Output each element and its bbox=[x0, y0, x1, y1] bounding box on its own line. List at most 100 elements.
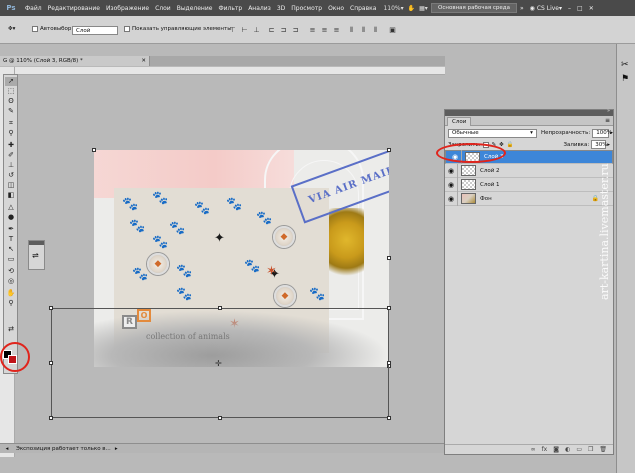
auto-align-icon[interactable]: ▣ bbox=[388, 26, 397, 34]
layer-row-2[interactable]: ◉ Слой 2 bbox=[445, 163, 613, 178]
3d-orbit-icon[interactable]: ◎ bbox=[5, 277, 17, 286]
align-bottom-icon[interactable]: ⊥ bbox=[252, 26, 261, 34]
fill-input[interactable]: 30% bbox=[591, 140, 607, 149]
chevron-right-icon[interactable]: ▸ bbox=[607, 142, 610, 148]
ruler-horizontal[interactable] bbox=[15, 67, 445, 75]
path-select-icon[interactable]: ↖ bbox=[5, 245, 17, 254]
blur-tool-icon[interactable]: △ bbox=[5, 203, 17, 212]
shape-tool-icon[interactable]: ▭ bbox=[5, 255, 17, 264]
transform-center-icon[interactable]: ✛ bbox=[215, 359, 222, 368]
transform-handle-tc[interactable] bbox=[218, 306, 222, 310]
cslive-button[interactable]: ◉ CS Live▾ bbox=[530, 5, 562, 12]
gradient-tool-icon[interactable]: ◧ bbox=[5, 191, 17, 200]
swap-colors-icon[interactable]: ⇄ bbox=[5, 325, 17, 334]
align-vcenter-icon[interactable]: ⊢ bbox=[240, 26, 249, 34]
transform-handle-tr[interactable] bbox=[387, 306, 391, 310]
eyedropper-tool-icon[interactable]: ⚲ bbox=[5, 129, 17, 138]
canvas-handle-tr[interactable] bbox=[387, 148, 391, 152]
eraser-tool-icon[interactable]: ◫ bbox=[5, 181, 17, 190]
distribute-bottom-icon[interactable]: ≡ bbox=[332, 26, 341, 34]
zoom-tool-icon[interactable]: ⚲ bbox=[5, 299, 17, 308]
crop-tool-icon[interactable]: ⌗ bbox=[5, 119, 17, 128]
menu-image[interactable]: Изображение bbox=[103, 5, 152, 12]
history-brush-icon[interactable]: ↺ bbox=[5, 171, 17, 180]
lock-all-icon[interactable]: 🔒 bbox=[507, 142, 514, 148]
layer-name[interactable]: Слой 2 bbox=[480, 168, 500, 174]
autoselect-select[interactable]: Слой bbox=[72, 26, 118, 35]
visibility-eye-icon[interactable]: ◉ bbox=[445, 177, 458, 192]
align-top-icon[interactable]: ⊤ bbox=[228, 26, 237, 34]
show-controls-option[interactable]: Показать управляющие элементы bbox=[124, 26, 232, 32]
healing-brush-icon[interactable]: ✚ bbox=[5, 141, 17, 150]
menu-select[interactable]: Выделение bbox=[174, 5, 216, 12]
minimize-icon[interactable]: – bbox=[568, 5, 571, 12]
transform-handle-ml[interactable] bbox=[49, 361, 53, 365]
chevron-right-icon[interactable]: ▸ bbox=[610, 130, 613, 136]
new-group-icon[interactable]: ▭ bbox=[576, 446, 582, 453]
blend-mode-select[interactable]: Обычные ▾ bbox=[448, 128, 537, 138]
transform-handle-tl[interactable] bbox=[49, 306, 53, 310]
workspace-button[interactable]: Основная рабочая среда bbox=[431, 3, 517, 13]
distribute-left-icon[interactable]: ⫴ bbox=[347, 26, 356, 34]
distribute-right-icon[interactable]: ⫴ bbox=[371, 26, 380, 34]
transform-handle-bc[interactable] bbox=[218, 416, 222, 420]
delete-layer-icon[interactable]: 🗑 bbox=[599, 446, 607, 453]
brush-preset-icon[interactable]: ⇌ bbox=[32, 251, 39, 260]
maximize-icon[interactable]: □ bbox=[577, 5, 583, 12]
layer-row-background[interactable]: ◉ Фон 🔒 bbox=[445, 191, 613, 206]
visibility-eye-icon[interactable]: ◉ bbox=[445, 191, 458, 206]
hand-icon[interactable]: ✋ bbox=[408, 5, 415, 12]
menu-edit[interactable]: Редактирование bbox=[45, 5, 103, 12]
arrange-icon[interactable]: ▦▾ bbox=[419, 5, 428, 12]
canvas-handle-tl[interactable] bbox=[92, 148, 96, 152]
link-layers-icon[interactable]: ∞ bbox=[531, 446, 536, 453]
opacity-input[interactable]: 100% bbox=[592, 128, 612, 138]
status-zoom-icon[interactable]: ◂ bbox=[0, 446, 14, 452]
menu-analysis[interactable]: Анализ bbox=[245, 5, 274, 12]
autoselect-option[interactable]: Автовыбор: bbox=[32, 26, 73, 32]
add-mask-icon[interactable]: ◙ bbox=[553, 446, 559, 453]
quick-select-tool-icon[interactable]: ✎ bbox=[5, 107, 17, 116]
marquee-tool-icon[interactable]: ⬚ bbox=[5, 87, 17, 96]
autoselect-checkbox[interactable] bbox=[32, 26, 38, 32]
move-tool-icon[interactable]: ✥▾ bbox=[8, 26, 15, 32]
hand-tool-icon[interactable]: ✋ bbox=[5, 289, 17, 298]
menu-layers[interactable]: Слои bbox=[152, 5, 174, 12]
menu-help[interactable]: Справка bbox=[347, 5, 379, 12]
layer-row-1[interactable]: ◉ Слой 1 bbox=[445, 177, 613, 192]
tools-panel-icon[interactable]: ✂ bbox=[621, 60, 629, 70]
document-tab[interactable]: G @ 110% (Слой 3, RGB/8) * ✕ bbox=[0, 56, 150, 66]
transform-handle-bl[interactable] bbox=[49, 416, 53, 420]
brush-tool-icon[interactable]: ✐ bbox=[5, 151, 17, 160]
panel-menu-icon[interactable]: ≡ bbox=[605, 117, 610, 124]
menu-3d[interactable]: 3D bbox=[274, 5, 288, 12]
menu-file[interactable]: Файл bbox=[22, 5, 45, 12]
3d-rotate-icon[interactable]: ⟲ bbox=[5, 267, 17, 276]
new-layer-icon[interactable]: ❐ bbox=[588, 446, 593, 453]
clone-stamp-icon[interactable]: ⊥ bbox=[5, 161, 17, 170]
align-hcenter-icon[interactable]: ⊐ bbox=[279, 26, 288, 34]
menu-view[interactable]: Просмотр bbox=[288, 5, 325, 12]
expand-icon[interactable]: » bbox=[520, 5, 524, 12]
adjustment-layer-icon[interactable]: ◐ bbox=[565, 446, 570, 453]
status-arrow-icon[interactable]: ▸ bbox=[115, 446, 118, 452]
type-tool-icon[interactable]: T bbox=[5, 235, 17, 244]
layer-style-icon[interactable]: fx bbox=[542, 446, 548, 453]
layer-name[interactable]: Фон bbox=[480, 196, 492, 202]
zoom-dropdown[interactable]: 110% ▾ bbox=[383, 5, 403, 12]
canvas-handle-mr[interactable] bbox=[387, 256, 391, 260]
distribute-hcenter-icon[interactable]: ⫴ bbox=[359, 26, 368, 34]
lasso-tool-icon[interactable]: ʘ bbox=[5, 97, 17, 106]
menu-filter[interactable]: Фильтр bbox=[215, 5, 245, 12]
layer-name[interactable]: Слой 1 bbox=[480, 182, 500, 188]
visibility-eye-icon[interactable]: ◉ bbox=[445, 163, 458, 178]
transform-handle-mr[interactable] bbox=[387, 361, 391, 365]
distribute-vcenter-icon[interactable]: ≡ bbox=[320, 26, 329, 34]
show-controls-checkbox[interactable] bbox=[124, 26, 130, 32]
menu-window[interactable]: Окно bbox=[325, 5, 347, 12]
transform-handle-br[interactable] bbox=[387, 416, 391, 420]
pen-tool-icon[interactable]: ✒ bbox=[5, 225, 17, 234]
close-icon[interactable]: ✕ bbox=[589, 5, 594, 12]
align-left-icon[interactable]: ⊏ bbox=[267, 26, 276, 34]
character-panel-icon[interactable]: ⚑ bbox=[621, 74, 629, 84]
